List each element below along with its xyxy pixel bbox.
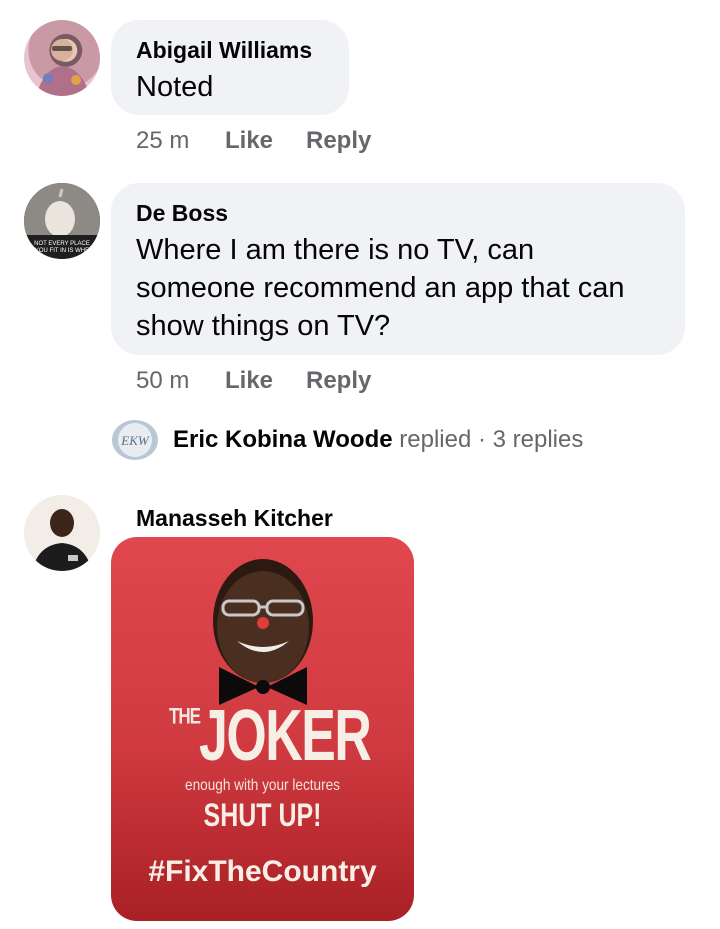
comment-text-line-2: someone recommend an app that can [136,272,625,304]
comment-author[interactable]: Manasseh Kitcher [136,505,333,532]
reply-count: 3 replies [492,426,584,453]
avatar-de-boss[interactable]: NOT EVERY PLACE YOU FIT IN IS WHE [24,183,100,259]
avatar-caption-line-1: NOT EVERY PLACE [34,241,90,247]
avatar-manasseh-kitcher[interactable] [24,495,100,571]
avatar-caption-line-2: YOU FIT IN IS WHE [35,248,89,254]
view-replies-link[interactable]: Eric Kobina Woode replied · 3 replies [173,426,583,454]
avatar-abigail-williams[interactable] [24,20,100,96]
comment-text-line-3: show things on TV? [136,310,391,342]
comment-timestamp[interactable]: 50 m [136,367,189,395]
meme-title: JOKER [199,696,372,776]
avatar-de-boss-image: NOT EVERY PLACE YOU FIT IN IS WHE [24,183,100,259]
comment-image-joker[interactable]: THE JOKER enough with your lectures SHUT… [111,537,414,921]
meme-tagline: enough with your lectures [185,777,340,794]
avatar-eric-image: EKW [120,433,150,448]
meme-headline: SHUT UP! [203,797,322,833]
like-button[interactable]: Like [225,367,273,395]
comment-author[interactable]: De Boss [136,200,228,227]
meme-the: THE [169,704,201,729]
reply-author: Eric Kobina Woode [173,426,393,453]
avatar-manasseh-image [32,509,92,571]
comment-text: Noted [136,71,214,103]
avatar-eric-label: EKW [120,433,150,448]
reply-separator: · [477,426,486,453]
reply-action: replied [399,426,472,453]
comment-timestamp[interactable]: 25 m [136,127,189,155]
meme-hashtag: #FixTheCountry [148,855,377,888]
avatar-eric-kobina-woode[interactable]: EKW [112,420,158,460]
reply-button[interactable]: Reply [306,127,371,155]
avatar-abigail-williams-image [36,39,90,96]
like-button[interactable]: Like [225,127,273,155]
comment-author[interactable]: Abigail Williams [136,37,312,64]
reply-button[interactable]: Reply [306,367,371,395]
comment-text-line-1: Where I am there is no TV, can [136,234,535,266]
